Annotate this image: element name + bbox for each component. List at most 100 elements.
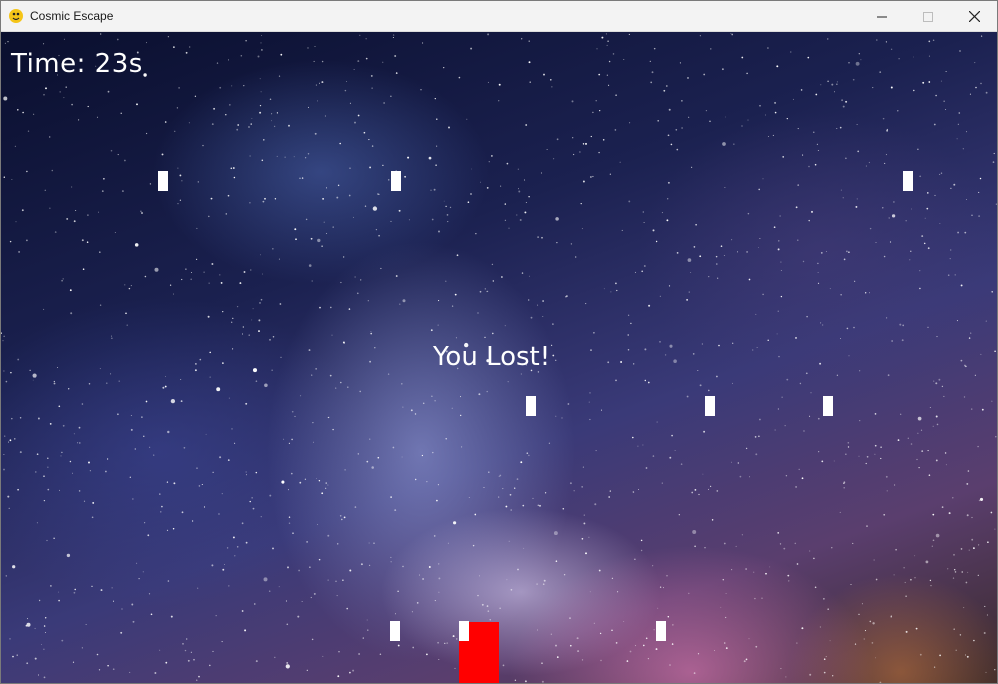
star [73,591,76,594]
star [43,475,45,478]
star [520,461,523,464]
star [722,578,725,581]
star [327,534,330,537]
star [895,548,897,551]
star [504,203,507,205]
star [607,40,609,42]
star [767,136,769,137]
star [629,122,631,124]
falling-obstacle [705,396,715,416]
star [950,249,952,251]
title-bar[interactable]: Cosmic Escape [1,1,997,32]
star [227,459,230,461]
star [7,495,10,498]
star [994,528,996,530]
star [498,496,500,498]
star [508,227,510,229]
star [371,466,374,469]
star [390,95,392,97]
star [627,334,629,336]
star [833,460,835,462]
star [357,114,360,117]
star [962,148,964,150]
star [627,314,630,316]
star [354,276,356,278]
star [488,471,490,473]
pygame-snake-icon [8,8,24,24]
star [299,177,301,179]
star [360,563,363,566]
star [49,423,52,425]
star [306,669,308,671]
star [779,215,781,217]
star [331,334,333,336]
game-canvas[interactable]: Time: 23s You Lost! [1,32,997,683]
star [765,114,766,116]
star [546,149,548,150]
star [260,42,262,44]
star [651,71,654,74]
star [125,312,127,315]
star [3,370,5,372]
star [143,435,145,437]
star [519,219,522,221]
star [412,646,415,649]
star [398,209,401,212]
star [232,536,235,539]
star [971,214,973,216]
star [585,303,587,305]
star [126,324,128,326]
star [38,674,39,676]
star [778,355,780,358]
star [311,280,313,282]
star [263,577,268,582]
star [967,470,970,472]
star [50,585,52,587]
star [486,290,488,293]
star [933,380,935,382]
star [402,406,404,408]
star [357,292,359,295]
star [280,356,282,359]
star [914,577,916,579]
star [956,138,958,140]
star [656,421,658,423]
close-button[interactable] [951,1,997,32]
star [434,400,436,402]
star [66,217,69,220]
star [714,650,716,651]
star [548,442,551,444]
star [667,615,670,618]
star [305,218,308,221]
star [250,269,252,271]
star [643,221,645,224]
star [688,291,690,293]
star [799,382,802,385]
star [211,263,214,265]
star [623,59,625,60]
star [938,378,941,381]
star [927,326,929,328]
star [397,644,400,647]
star [897,439,900,441]
star [581,486,583,488]
star [272,547,274,550]
star [797,128,799,130]
star [234,442,236,444]
star [679,62,681,64]
star [583,514,585,516]
star [978,499,981,502]
star [966,482,969,485]
star [747,119,749,121]
maximize-button[interactable] [905,1,951,32]
minimize-button[interactable] [859,1,905,32]
star [315,84,317,86]
window-controls [859,1,997,32]
star [619,161,621,163]
star [905,220,907,222]
star [589,392,591,394]
star [915,627,918,630]
star [798,468,800,471]
star [453,521,457,525]
star [307,153,310,155]
